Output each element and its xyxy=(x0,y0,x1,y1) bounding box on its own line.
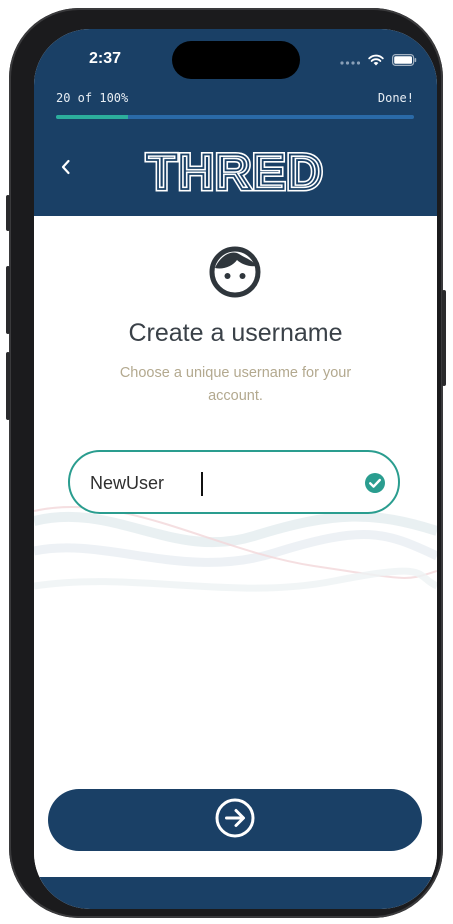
next-button[interactable] xyxy=(48,789,422,851)
app-screen: 2:37 20 of 100% Done! THRED THRED Create… xyxy=(34,29,437,909)
thred-logo: THRED THRED xyxy=(144,142,326,203)
dynamic-island xyxy=(172,41,300,79)
username-field[interactable] xyxy=(68,450,400,514)
battery-icon xyxy=(392,51,417,70)
username-input[interactable] xyxy=(88,452,362,514)
volume-up-button xyxy=(6,266,10,334)
page-title: Create a username xyxy=(128,319,343,347)
volume-down-button xyxy=(6,352,10,420)
chevron-left-icon[interactable] xyxy=(60,159,72,179)
check-circle-icon xyxy=(364,472,386,498)
power-button xyxy=(442,290,446,386)
page-subtitle: Choose a unique username for your accoun… xyxy=(119,365,352,404)
done-label: Done! xyxy=(377,91,414,105)
status-icons xyxy=(340,51,417,70)
progress-bar-fill xyxy=(56,115,128,119)
face-icon xyxy=(209,246,261,302)
svg-text:THRED: THRED xyxy=(146,145,323,195)
action-button xyxy=(6,195,10,231)
text-caret xyxy=(201,472,203,496)
progress-label: 20 of 100% xyxy=(56,91,129,105)
bottom-bar xyxy=(34,877,437,909)
wifi-icon xyxy=(368,51,384,70)
status-time: 2:37 xyxy=(89,50,122,67)
progress-bar xyxy=(56,115,414,119)
cellular-dots-icon xyxy=(340,51,361,70)
phone-frame: 2:37 20 of 100% Done! THRED THRED Create… xyxy=(6,8,446,918)
arrow-right-circle-icon xyxy=(214,797,256,843)
